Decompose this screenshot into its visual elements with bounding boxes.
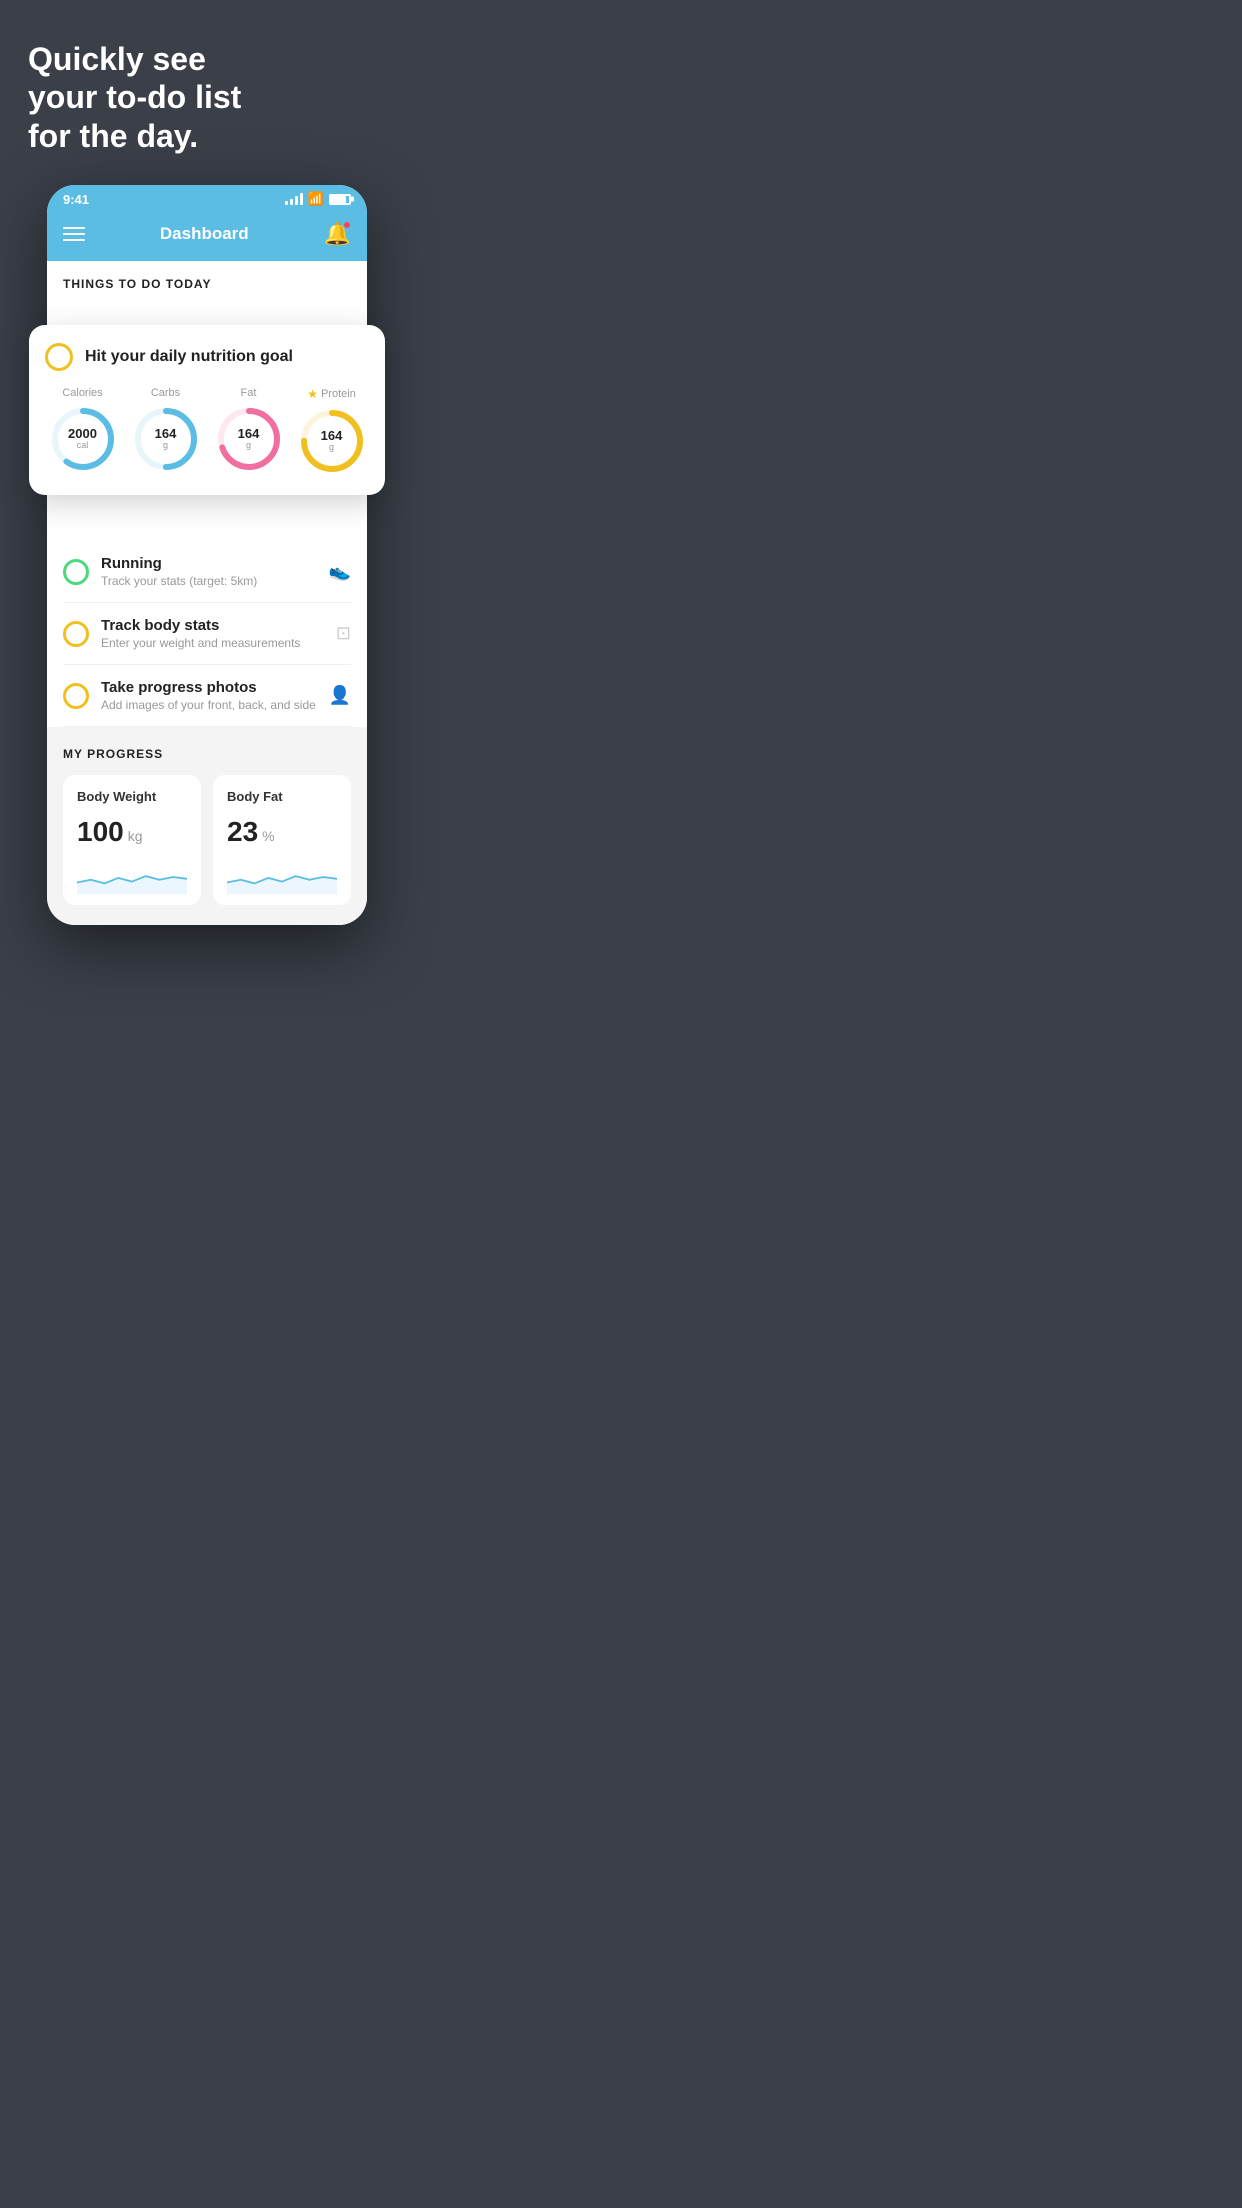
notification-dot [343, 221, 351, 229]
todo-desc: Add images of your front, back, and side [101, 698, 317, 712]
notification-bell-icon[interactable]: 🔔 [324, 221, 351, 247]
hamburger-menu[interactable] [63, 227, 85, 241]
headline-line1: Quickly see [28, 41, 206, 77]
status-right: 📶 [285, 191, 351, 207]
progress-value-row: 23% [227, 816, 337, 848]
progress-value: 100 [77, 816, 124, 848]
todo-text: Running Track your stats (target: 5km) [101, 555, 317, 588]
nutrition-item-calories: Calories 2000cal [49, 387, 117, 475]
section-title: THINGS TO DO TODAY [63, 277, 351, 291]
todo-list: Running Track your stats (target: 5km) 👟 Tr… [63, 541, 351, 727]
status-bar: 9:41 📶 [47, 185, 367, 211]
todo-name: Take progress photos [101, 679, 317, 696]
nutrition-item-carbs: Carbs 164g [132, 387, 200, 475]
headline-line3: for the day. [28, 118, 198, 154]
donut-ring-calories: 2000cal [49, 405, 117, 473]
nav-bar: Dashboard 🔔 [47, 211, 367, 261]
todo-item[interactable]: Track body stats Enter your weight and me… [63, 603, 351, 665]
todo-item-icon: 👟 [329, 561, 351, 582]
todo-item-icon: ⊡ [336, 623, 351, 644]
progress-title: MY PROGRESS [63, 747, 351, 761]
nutrition-label-text: Fat [241, 387, 257, 399]
battery-icon [329, 194, 351, 205]
progress-card-title: Body Weight [77, 789, 187, 804]
signal-icon [285, 193, 303, 205]
progress-card-body-weight[interactable]: Body Weight 100kg [63, 775, 201, 905]
progress-grid: Body Weight 100kg Body Fat 23% [63, 775, 351, 925]
donut-value: 164 [321, 429, 343, 443]
donut-value: 164 [238, 427, 260, 441]
donut-unit: g [155, 441, 177, 451]
wifi-icon: 📶 [308, 191, 324, 207]
progress-card-body-fat[interactable]: Body Fat 23% [213, 775, 351, 905]
nutrition-card: Hit your daily nutrition goal Calories 2… [29, 325, 385, 495]
donut-center: 2000cal [68, 427, 97, 451]
progress-section: MY PROGRESS Body Weight 100kg Body Fat 23% [47, 727, 367, 925]
wave-chart [227, 858, 337, 896]
todo-text: Track body stats Enter your weight and me… [101, 617, 324, 650]
nutrition-label-text: Calories [62, 387, 102, 399]
headline: Quickly see your to-do list for the day. [20, 40, 394, 155]
progress-value-row: 100kg [77, 816, 187, 848]
donut-value: 164 [155, 427, 177, 441]
donut-value: 2000 [68, 427, 97, 441]
donut-unit: cal [68, 441, 97, 451]
todo-name: Running [101, 555, 317, 572]
phone-inner: 9:41 📶 Dashboard 🔔 [47, 185, 367, 925]
time: 9:41 [63, 192, 89, 207]
todo-desc: Enter your weight and measurements [101, 636, 324, 650]
todo-item-icon: 👤 [329, 685, 351, 706]
todo-circle-green [63, 559, 89, 585]
todo-circle-yellow [63, 683, 89, 709]
star-icon: ★ [307, 387, 318, 401]
todo-circle-yellow [63, 621, 89, 647]
card-circle-check [45, 343, 73, 371]
phone-container: Hit your daily nutrition goal Calories 2… [47, 185, 367, 925]
donut-center: 164g [155, 427, 177, 451]
donut-unit: g [321, 443, 343, 453]
donut-ring-carbs: 164g [132, 405, 200, 473]
progress-card-title: Body Fat [227, 789, 337, 804]
todo-text: Take progress photos Add images of your f… [101, 679, 317, 712]
card-header: Hit your daily nutrition goal [45, 343, 369, 371]
donut-unit: g [238, 441, 260, 451]
nutrition-label-text: Protein [321, 388, 356, 400]
wave-chart [77, 858, 187, 896]
nutrition-grid: Calories 2000calCarbs 164gFat 164g★Prote… [45, 387, 369, 475]
nutrition-label-text: Carbs [151, 387, 180, 399]
donut-ring-protein: 164g [298, 407, 366, 475]
progress-value: 23 [227, 816, 258, 848]
todo-desc: Track your stats (target: 5km) [101, 574, 317, 588]
todo-item[interactable]: Running Track your stats (target: 5km) 👟 [63, 541, 351, 603]
donut-center: 164g [321, 429, 343, 453]
progress-unit: % [262, 828, 274, 844]
headline-line2: your to-do list [28, 79, 241, 115]
todo-item[interactable]: Take progress photos Add images of your f… [63, 665, 351, 727]
nav-title: Dashboard [160, 224, 249, 244]
background-page: Quickly see your to-do list for the day.… [0, 0, 414, 965]
card-title: Hit your daily nutrition goal [85, 348, 293, 366]
progress-unit: kg [128, 828, 143, 844]
todo-name: Track body stats [101, 617, 324, 634]
donut-center: 164g [238, 427, 260, 451]
nutrition-item-fat: Fat 164g [215, 387, 283, 475]
donut-ring-fat: 164g [215, 405, 283, 473]
nutrition-item-protein: ★Protein 164g [298, 387, 366, 475]
